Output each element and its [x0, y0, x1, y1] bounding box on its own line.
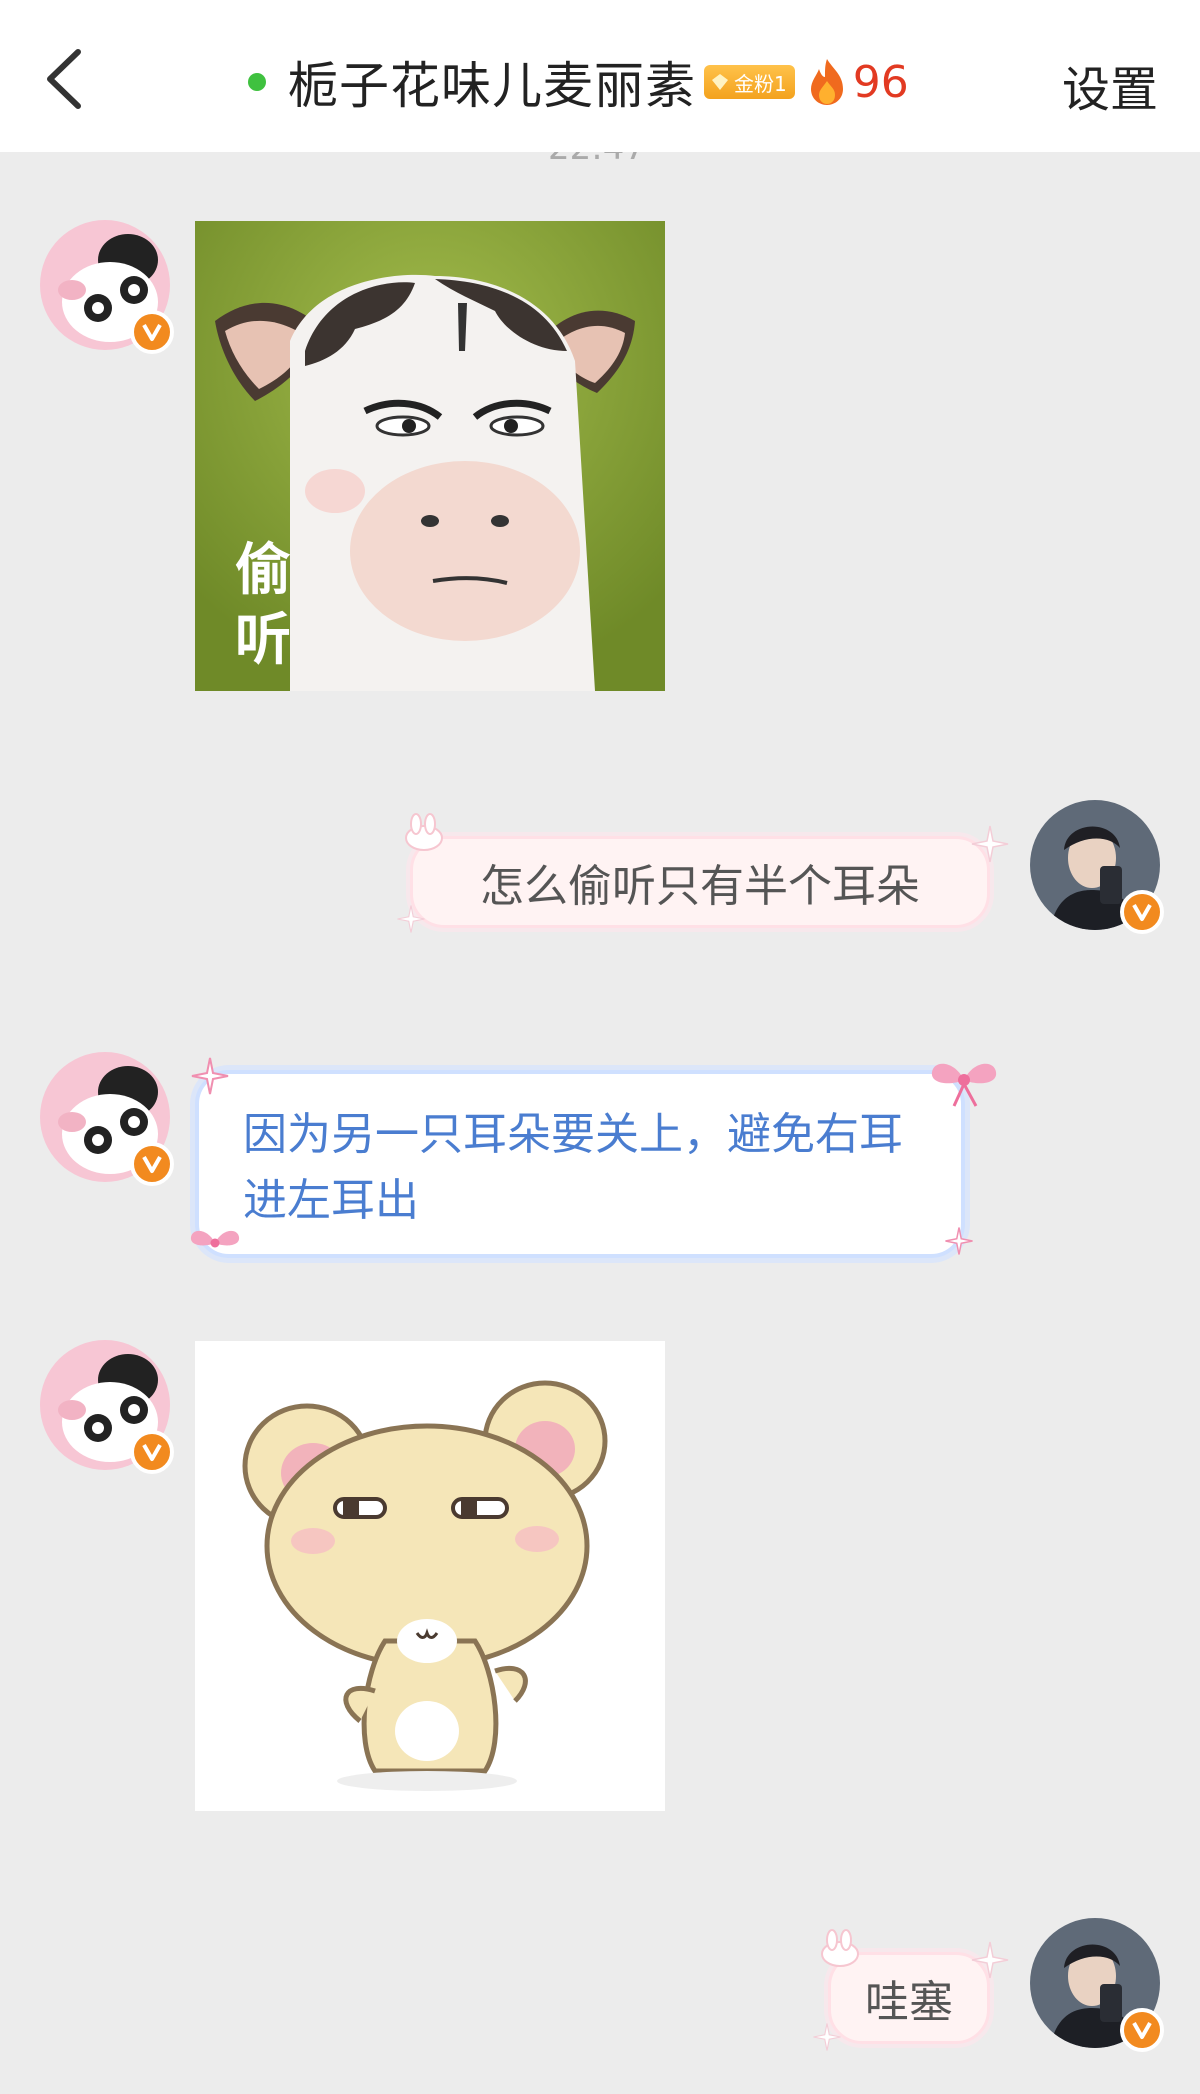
message-text: 哇塞 [865, 1977, 953, 2028]
verified-badge [130, 1430, 174, 1474]
fire-icon [810, 59, 843, 105]
online-status-dot [248, 73, 266, 91]
bow-decoration-icon [931, 1063, 997, 1107]
chevron-left-icon [47, 49, 81, 109]
message-text: 怎么偷听只有半个耳朵 [480, 861, 920, 912]
back-button[interactable] [40, 44, 90, 114]
bunny-decoration-icon [405, 813, 443, 851]
fan-level-badge: 金粉1 [704, 65, 795, 99]
my-avatar[interactable] [1030, 800, 1164, 934]
message-bubble-outgoing[interactable]: 怎么偷听只有半个耳朵 [410, 836, 990, 928]
verified-badge [1120, 890, 1164, 934]
contact-avatar[interactable] [40, 220, 174, 354]
message-text: 因为另一只耳朵要关上，避免右耳进左耳出 [243, 1109, 903, 1226]
intimacy-count: 96 [852, 56, 909, 108]
mouse-sticker-image [195, 1341, 665, 1811]
verified-v-icon [142, 1156, 162, 1173]
svg-text:听: 听 [235, 608, 291, 673]
verified-v-icon [142, 1444, 162, 1461]
settings-button[interactable]: 设置 [1062, 50, 1158, 120]
verified-badge [1120, 2008, 1164, 2052]
verified-v-icon [1132, 2022, 1152, 2039]
message-bubble-incoming[interactable]: 因为另一只耳朵要关上，避免右耳进左耳出 [195, 1070, 965, 1258]
contact-avatar[interactable] [40, 1052, 174, 1186]
chat-header: 栀子花味儿麦丽素 金粉1 96 设置 [0, 0, 1200, 152]
verified-v-icon [142, 324, 162, 341]
bunny-decoration-icon [821, 1929, 859, 1967]
verified-badge [130, 1142, 174, 1186]
title-group: 栀子花味儿麦丽素 金粉1 96 [248, 50, 909, 115]
verified-v-icon [1132, 904, 1152, 921]
sparkle-icon [813, 2023, 841, 2051]
bow-decoration-icon [190, 1230, 240, 1248]
gem-icon [712, 74, 728, 90]
verified-badge [130, 310, 174, 354]
chat-title: 栀子花味儿麦丽素 [288, 57, 696, 115]
mouse-sticker-message[interactable] [195, 1341, 665, 1811]
my-avatar[interactable] [1030, 1918, 1164, 2052]
sparkle-icon [191, 1057, 229, 1095]
svg-text:偷: 偷 [235, 538, 291, 603]
cow-sticker-message[interactable]: 偷 听 [195, 221, 665, 691]
sparkle-icon [945, 1227, 973, 1255]
cow-sticker-image: 偷 听 [195, 221, 665, 691]
sparkle-icon [397, 905, 425, 933]
fan-badge-label: 金粉1 [734, 71, 787, 96]
contact-avatar[interactable] [40, 1340, 174, 1474]
sparkle-icon [971, 825, 1009, 863]
sparkle-icon [971, 1941, 1009, 1979]
